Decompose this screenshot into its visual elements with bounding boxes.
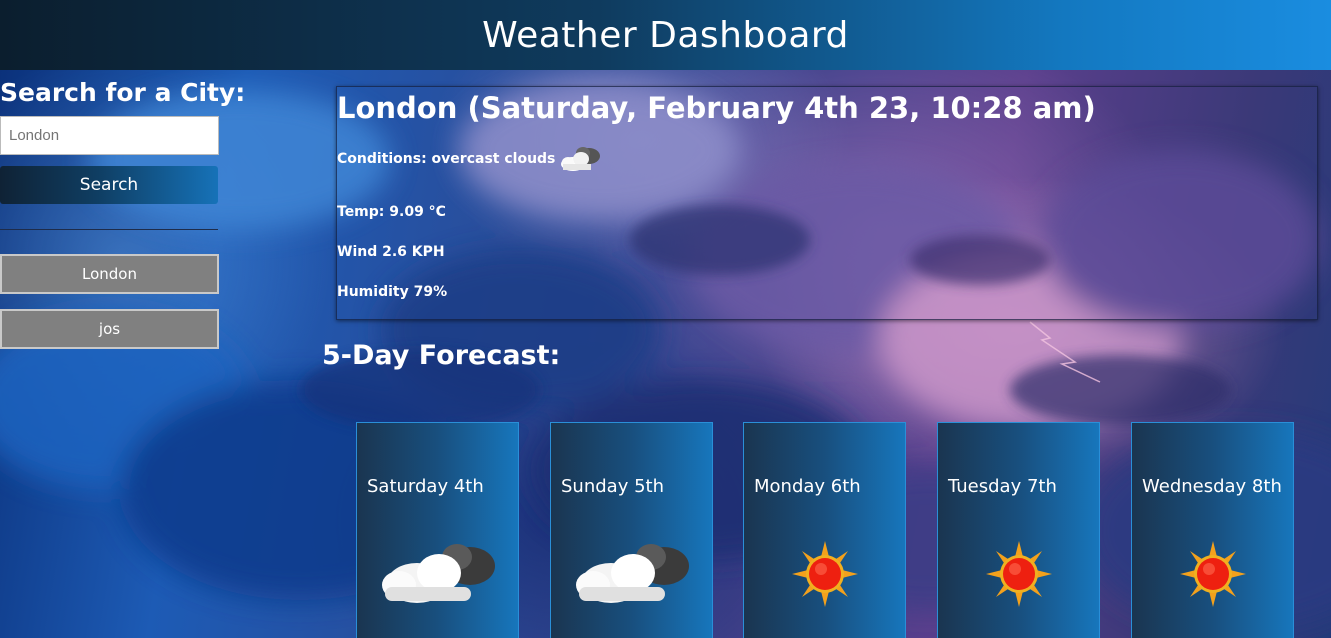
forecast-day: Wednesday 8th [1142, 476, 1282, 497]
forecast-card: Sunday 5th [550, 422, 713, 638]
search-heading: Search for a City: [0, 78, 246, 107]
sidebar: Search for a City: Search London jos [0, 78, 246, 349]
humidity-text: Humidity 79% [337, 284, 448, 300]
current-weather-panel: London (Saturday, February 4th 23, 10:28… [336, 86, 1318, 320]
current-city-title: London (Saturday, February 4th 23, 10:28… [337, 91, 1096, 125]
forecast-title: 5-Day Forecast: [322, 340, 561, 371]
forecast-card: Tuesday 7th [937, 422, 1100, 638]
history-button-jos[interactable]: jos [0, 309, 219, 349]
forecast-day: Saturday 4th [367, 476, 484, 497]
wind-text: Wind 2.6 KPH [337, 244, 445, 260]
history-button-london[interactable]: London [0, 254, 219, 294]
sun-icon [1180, 541, 1246, 607]
divider [0, 229, 218, 230]
forecast-day: Sunday 5th [561, 476, 664, 497]
conditions-text: Conditions: overcast clouds [337, 151, 556, 167]
forecast-card: Saturday 4th [356, 422, 519, 638]
forecast-card: Monday 6th [743, 422, 906, 638]
temperature-text: Temp: 9.09 °C [337, 204, 446, 220]
header-bar: Weather Dashboard [0, 0, 1331, 70]
sun-icon [792, 541, 858, 607]
sun-icon [986, 541, 1052, 607]
cloudy-icon [576, 544, 689, 603]
conditions-row: Conditions: overcast clouds [337, 145, 603, 173]
city-search-input[interactable] [0, 116, 219, 155]
search-button[interactable]: Search [0, 166, 218, 204]
cloudy-icon [382, 544, 495, 603]
forecast-day: Tuesday 7th [948, 476, 1057, 497]
overcast-clouds-icon [561, 147, 601, 171]
forecast-card: Wednesday 8th [1131, 422, 1294, 638]
forecast-day: Monday 6th [754, 476, 861, 497]
page-title: Weather Dashboard [482, 14, 849, 56]
